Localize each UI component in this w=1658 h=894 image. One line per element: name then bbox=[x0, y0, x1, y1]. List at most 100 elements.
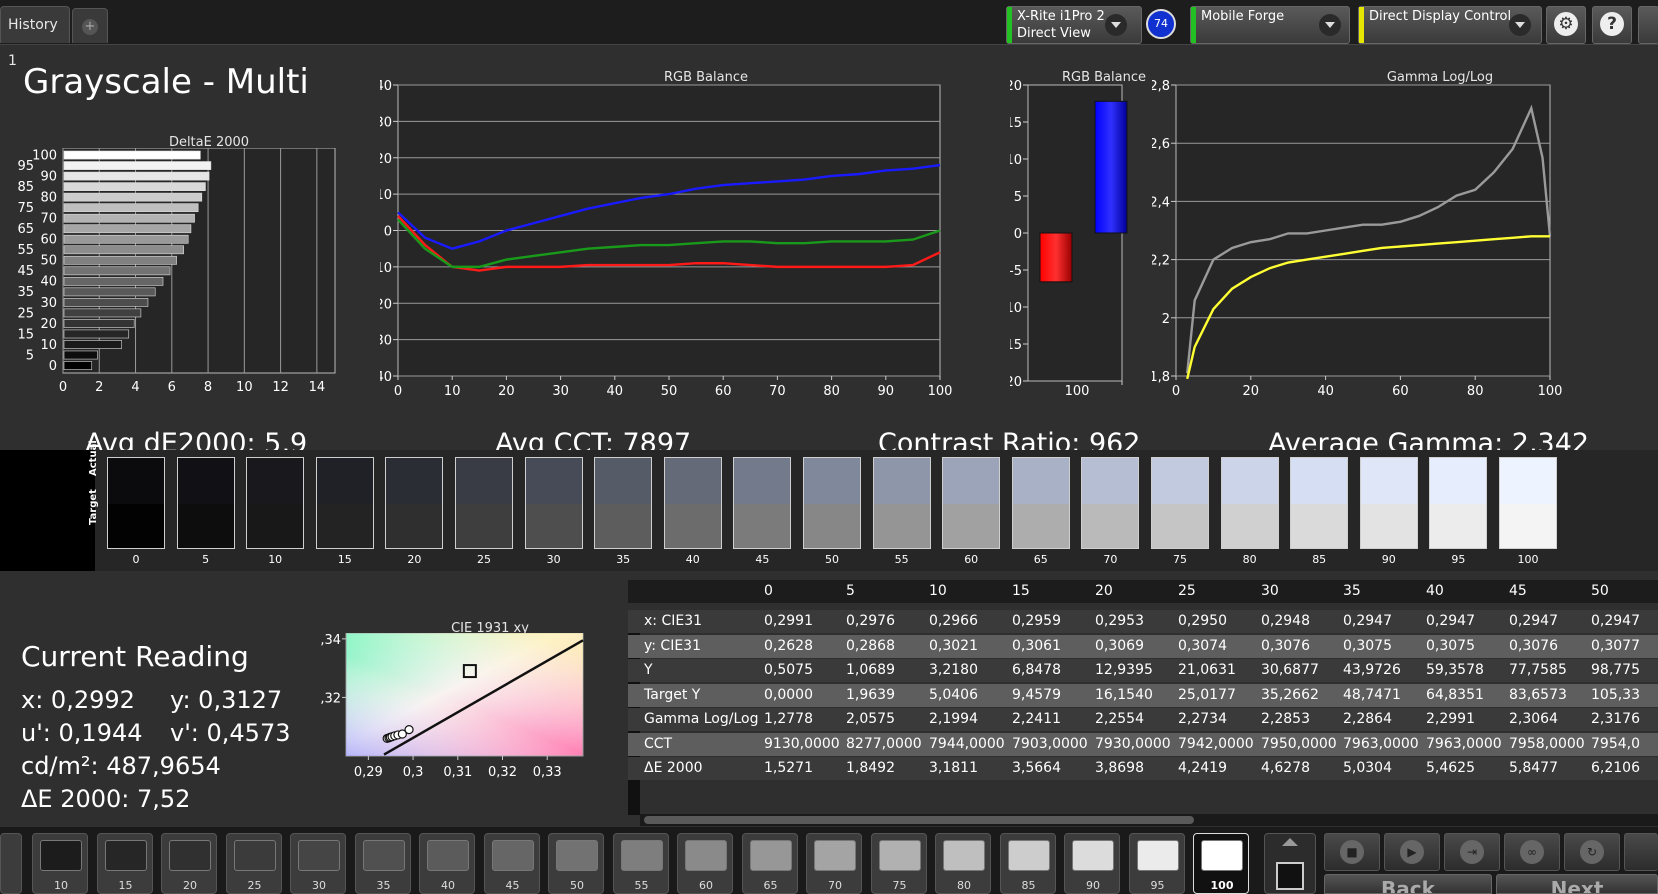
grayscale-swatch[interactable] bbox=[1359, 457, 1418, 549]
add-tab-button[interactable]: + bbox=[72, 8, 108, 43]
rgb-balance-x-tick: 70 bbox=[769, 384, 786, 399]
table-row-label: ΔE 2000 bbox=[644, 760, 703, 776]
patch-color bbox=[878, 840, 921, 871]
grayscale-swatch[interactable] bbox=[246, 457, 305, 549]
patch-button[interactable]: 60 bbox=[677, 833, 733, 894]
table-horizontal-scrollbar[interactable] bbox=[640, 814, 1658, 826]
stop-button[interactable]: ■ bbox=[1324, 833, 1380, 871]
grayscale-swatch[interactable] bbox=[1220, 457, 1279, 549]
reading-x: x: 0,2992 bbox=[21, 686, 135, 714]
grayscale-swatch[interactable] bbox=[594, 457, 653, 549]
rgbbar-y-tick: 10 bbox=[1010, 153, 1022, 168]
rgb-balance-x-tick: 90 bbox=[878, 384, 895, 399]
grayscale-swatch[interactable] bbox=[315, 457, 374, 549]
deltae-y-tick: 80 bbox=[40, 191, 57, 206]
grayscale-swatch[interactable] bbox=[1290, 457, 1349, 549]
grayscale-swatch[interactable] bbox=[872, 457, 931, 549]
grayscale-swatch[interactable] bbox=[803, 457, 861, 549]
patch-button[interactable]: 90 bbox=[1064, 833, 1120, 894]
grayscale-swatch[interactable] bbox=[455, 457, 513, 549]
grayscale-swatch[interactable] bbox=[524, 457, 583, 549]
table-row-label: Y bbox=[644, 662, 653, 678]
patch-button[interactable]: 100 bbox=[1193, 833, 1249, 894]
grayscale-swatch[interactable] bbox=[1429, 457, 1488, 549]
table-row[interactable]: Target Y 0,0000 1,9639 5,0406 9,4579 16,1540 2… bbox=[628, 683, 1658, 707]
grayscale-swatch[interactable] bbox=[176, 457, 235, 549]
patch-button[interactable]: 85 bbox=[999, 833, 1056, 894]
play-button[interactable]: ▶ bbox=[1384, 833, 1440, 871]
grayscale-swatch[interactable] bbox=[733, 457, 792, 549]
patch-button[interactable]: 10 bbox=[32, 833, 88, 894]
patch-button[interactable]: 70 bbox=[806, 833, 862, 894]
table-cell: 0,3077 bbox=[1591, 637, 1640, 654]
patch-button[interactable]: 75 bbox=[870, 833, 927, 894]
table-row[interactable]: Y 0,5075 1,0689 3,2180 6,8478 12,9395 21,0631 3… bbox=[628, 659, 1658, 682]
help-button[interactable]: ? bbox=[1592, 6, 1632, 44]
grayscale-swatch[interactable] bbox=[1499, 457, 1557, 549]
table-cell: 6,8478 bbox=[1012, 662, 1061, 678]
patch-button[interactable]: 15 bbox=[96, 833, 153, 894]
grayscale-swatch[interactable] bbox=[1011, 457, 1070, 549]
back-button[interactable]: Back bbox=[1324, 874, 1492, 894]
meter-selector[interactable]: X-Rite i1Pro 2 Direct View bbox=[1006, 6, 1142, 44]
rgbbar-bar bbox=[1094, 100, 1128, 234]
table-row[interactable]: y: CIE31 0,2628 0,2868 0,3021 0,3061 0,3069 0,… bbox=[628, 634, 1658, 658]
patch-button[interactable]: 50 bbox=[548, 833, 604, 894]
refresh-button[interactable]: ↻ bbox=[1564, 833, 1620, 871]
table-cell: 43,9726 bbox=[1343, 662, 1401, 678]
table-cell: 7944,0000 bbox=[929, 735, 1005, 752]
patch-button[interactable]: 55 bbox=[612, 833, 669, 894]
patch-button[interactable]: 95 bbox=[1128, 833, 1185, 894]
table-cell: 0,0000 bbox=[764, 686, 813, 703]
patch-button[interactable]: 45 bbox=[483, 833, 540, 894]
patch-color bbox=[491, 840, 534, 871]
table-cell: 2,1994 bbox=[929, 711, 978, 727]
patch-button[interactable]: 35 bbox=[354, 833, 411, 894]
patch-color bbox=[943, 840, 985, 871]
meter-badge[interactable]: 74 bbox=[1146, 9, 1176, 39]
patch-button[interactable]: 80 bbox=[935, 833, 991, 894]
tab-history-1[interactable]: History 1 bbox=[0, 6, 70, 69]
table-row[interactable]: CCT 9130,0000 8277,0000 7944,0000 7903,0000 7… bbox=[628, 732, 1658, 756]
step-button[interactable]: ⇥ bbox=[1444, 833, 1500, 871]
swatch-label: 35 bbox=[616, 553, 631, 566]
deltae-y-tick: 0 bbox=[49, 359, 57, 374]
table-cell: 0,2947 bbox=[1509, 613, 1558, 629]
next-button[interactable]: Next bbox=[1496, 874, 1658, 894]
table-row[interactable]: Gamma Log/Log 1,2778 2,0575 2,1994 2,2411 2,2… bbox=[628, 708, 1658, 731]
deltae-x-tick: 6 bbox=[168, 380, 176, 395]
table-cell: 2,0575 bbox=[846, 711, 895, 727]
scrollbar-thumb[interactable] bbox=[644, 816, 1194, 824]
loop-button[interactable]: ∞ bbox=[1504, 833, 1560, 871]
grayscale-swatch[interactable] bbox=[1151, 457, 1209, 549]
patch-button[interactable]: 30 bbox=[290, 833, 346, 894]
extra-control-button[interactable] bbox=[1624, 833, 1658, 871]
grayscale-swatch[interactable] bbox=[663, 457, 722, 549]
patch-button[interactable]: 20 bbox=[161, 833, 217, 894]
table-cell: 1,5271 bbox=[764, 760, 813, 776]
patch-color bbox=[620, 840, 663, 871]
step-icon: ⇥ bbox=[1460, 840, 1484, 864]
table-cell: 0,2628 bbox=[764, 637, 813, 654]
patch-button-partial[interactable] bbox=[0, 833, 22, 894]
pattern-generator-selector[interactable]: Mobile Forge bbox=[1190, 6, 1350, 44]
settings-button[interactable]: ⚙ bbox=[1546, 6, 1586, 44]
table-row[interactable]: ΔE 2000 1,5271 1,8492 3,1811 3,5664 3,8698 4,2… bbox=[628, 757, 1658, 780]
display-control-selector[interactable]: Direct Display Control bbox=[1358, 6, 1542, 44]
grayscale-swatch[interactable] bbox=[385, 457, 444, 549]
patch-button[interactable]: 65 bbox=[741, 833, 798, 894]
grayscale-swatch[interactable] bbox=[942, 457, 1001, 549]
deltae-chart: 0 2 4 6 8 10 12 1410095908580757065605550454035… bbox=[17, 148, 336, 395]
swatch-label: 80 bbox=[1242, 553, 1257, 566]
patch-button[interactable]: 40 bbox=[419, 833, 475, 894]
patch-button[interactable]: 25 bbox=[225, 833, 282, 894]
table-row[interactable]: x: CIE31 0,2991 0,2976 0,2966 0,2959 0,2953 0,… bbox=[628, 610, 1658, 633]
grayscale-swatch[interactable] bbox=[1081, 457, 1140, 549]
extra-toolbar-button[interactable] bbox=[1638, 6, 1658, 44]
swatch-label: 60 bbox=[964, 553, 979, 566]
patch-color bbox=[169, 840, 211, 871]
scroll-up-control[interactable] bbox=[1264, 833, 1316, 894]
table-cell: 0,2976 bbox=[846, 613, 895, 629]
grayscale-swatch[interactable] bbox=[107, 457, 165, 549]
table-cell: 0,3061 bbox=[1012, 637, 1061, 654]
